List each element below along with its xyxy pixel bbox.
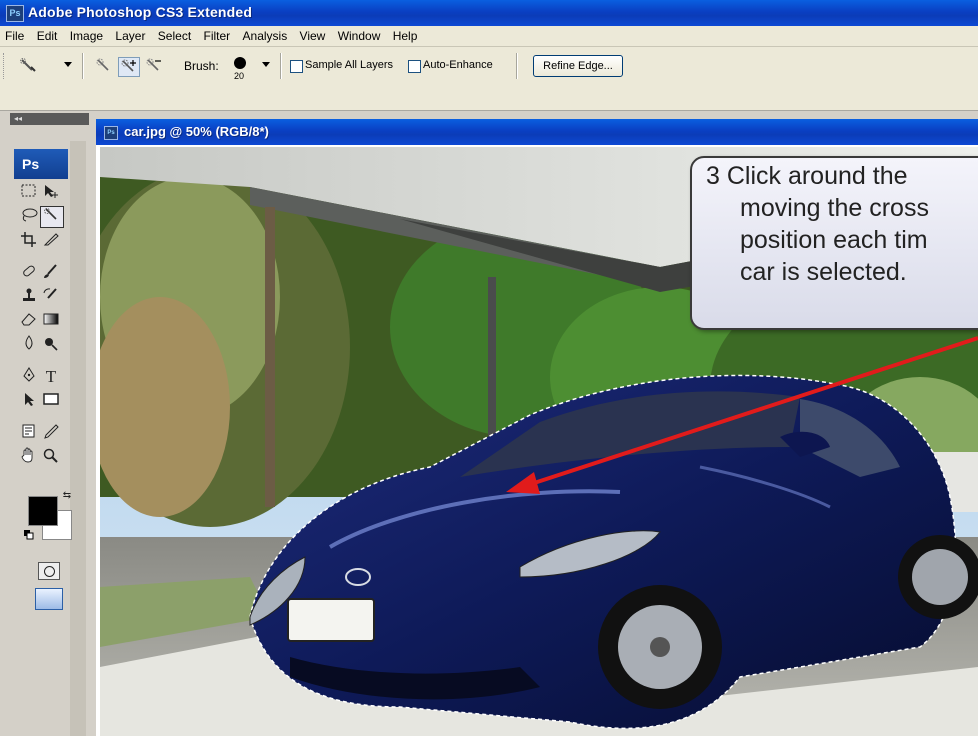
annotation-arrow-layer — [506, 336, 978, 494]
foreground-color-swatch[interactable] — [28, 496, 58, 526]
red-arrow-icon — [506, 336, 978, 494]
